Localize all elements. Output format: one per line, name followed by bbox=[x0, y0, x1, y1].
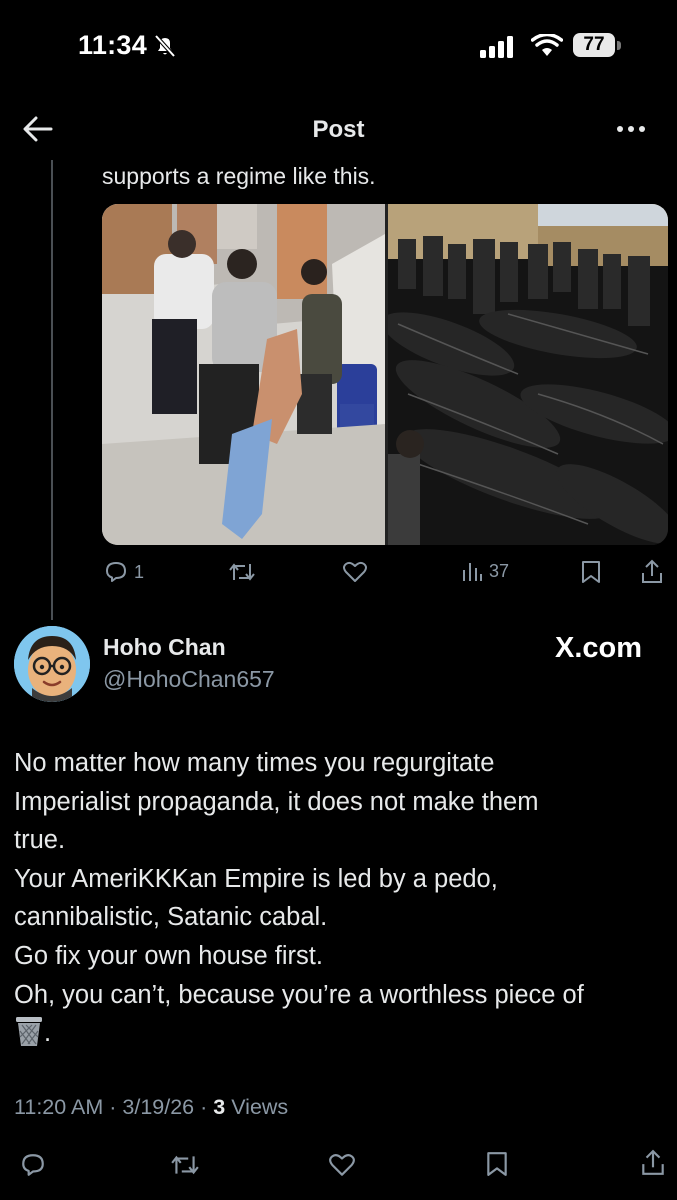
post-line: No matter how many times you regurgitate bbox=[14, 749, 495, 777]
post-views-count[interactable]: 3 bbox=[213, 1095, 225, 1119]
post-line: Imperialist propaganda, it does not make… bbox=[14, 787, 539, 816]
cellular-signal-icon bbox=[480, 36, 513, 58]
battery-icon: 77 bbox=[573, 33, 615, 57]
views-count: 37 bbox=[489, 560, 510, 581]
source-watermark: X.com bbox=[555, 632, 643, 664]
like-icon[interactable] bbox=[342, 560, 368, 584]
avatar-memoji-icon bbox=[14, 626, 90, 702]
author-name[interactable]: Hoho Chan bbox=[103, 634, 226, 661]
thread-connector-line bbox=[51, 160, 53, 620]
post-media-grid[interactable] bbox=[102, 204, 668, 545]
status-time: 11:34 bbox=[78, 30, 148, 60]
battery-level: 77 bbox=[583, 34, 605, 55]
meta-separator: · bbox=[200, 1095, 208, 1119]
bookmark-icon[interactable] bbox=[485, 1151, 509, 1177]
post-line: Go fix your own house first. bbox=[14, 941, 323, 970]
repost-icon[interactable] bbox=[228, 560, 256, 584]
post-date: 3/19/26 bbox=[122, 1095, 195, 1119]
wastebasket-icon bbox=[16, 1017, 42, 1047]
reply-icon[interactable] bbox=[20, 1152, 46, 1178]
avatar[interactable] bbox=[14, 626, 90, 702]
author-handle[interactable]: @HohoChan657 bbox=[103, 666, 275, 693]
reply-button[interactable]: 1 bbox=[104, 560, 144, 584]
post-line-last: . bbox=[14, 1014, 664, 1053]
previous-post-text: supports a regime like this. bbox=[102, 163, 376, 189]
silent-mode-icon bbox=[154, 34, 176, 58]
media-image-left[interactable] bbox=[102, 204, 385, 545]
post-views-label[interactable]: Views bbox=[231, 1095, 288, 1119]
repost-icon[interactable] bbox=[170, 1152, 200, 1178]
post-trailing-punct: . bbox=[44, 1019, 52, 1048]
battery-tip bbox=[617, 41, 621, 50]
bookmark-icon[interactable] bbox=[580, 560, 602, 584]
meta-separator: · bbox=[109, 1095, 117, 1119]
post-meta: 11:20 AM · 3/19/26 · 3 Views bbox=[14, 1095, 288, 1120]
post-time: 11:20 AM bbox=[14, 1095, 104, 1119]
post-line: Oh, you can’t, because you’re a worthles… bbox=[14, 980, 584, 1009]
page-title: Post bbox=[312, 116, 365, 143]
post-line: cannibalistic, Satanic cabal. bbox=[14, 903, 328, 932]
post-line: true. bbox=[14, 826, 66, 855]
more-options-icon[interactable] bbox=[614, 116, 650, 142]
post-line: Your AmeriKKKan Empire is led by a pedo, bbox=[14, 864, 498, 893]
share-icon[interactable] bbox=[640, 1149, 666, 1177]
views-chart-icon bbox=[463, 563, 482, 581]
reply-icon bbox=[106, 562, 126, 582]
reply-count: 1 bbox=[134, 561, 145, 582]
views-button[interactable]: 37 bbox=[461, 560, 509, 582]
like-icon[interactable] bbox=[328, 1152, 356, 1178]
share-icon[interactable] bbox=[640, 559, 664, 585]
post-body: No matter how many times you regurgitate… bbox=[14, 744, 664, 1053]
wifi-icon bbox=[531, 34, 563, 56]
media-image-right[interactable] bbox=[388, 204, 668, 545]
